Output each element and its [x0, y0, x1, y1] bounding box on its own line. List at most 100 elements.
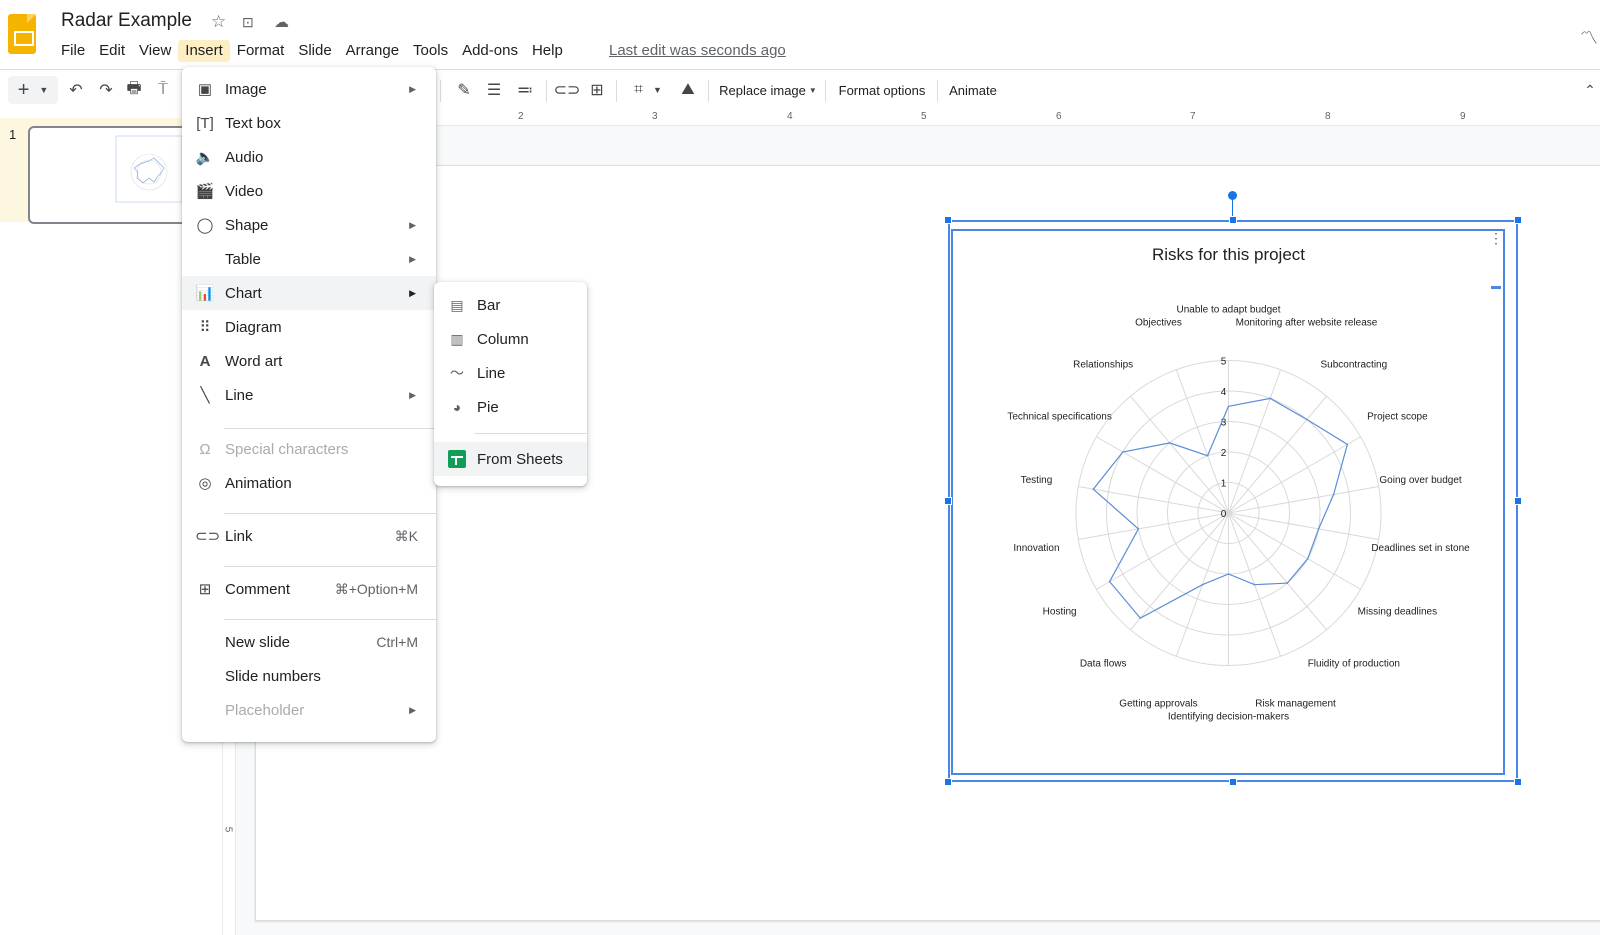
menu-item-audio[interactable]: 🔈 Audio: [182, 140, 436, 174]
document-title[interactable]: Radar Example: [61, 10, 192, 32]
submenu-arrow-icon: ▶: [409, 704, 416, 715]
menu-add-ons[interactable]: Add-ons: [455, 40, 525, 62]
resize-handle-w[interactable]: [944, 497, 952, 505]
move-to-folder-icon[interactable]: ⊡: [242, 14, 254, 31]
menu-arrange[interactable]: Arrange: [339, 40, 406, 62]
text-box-icon: [T]: [196, 114, 214, 132]
menu-item-image[interactable]: ▣ Image ▶: [182, 72, 436, 106]
chevron-down-icon: ▼: [653, 85, 662, 95]
submenu-item-pie[interactable]: ◕ Pie: [434, 390, 587, 424]
reset-image-button[interactable]: ⛰: [676, 78, 700, 102]
category-label: Objectives: [1135, 318, 1182, 329]
toolbar-divider: [937, 80, 938, 102]
menu-edit[interactable]: Edit: [92, 40, 132, 62]
category-label: Testing: [1021, 475, 1053, 486]
resize-handle-ne[interactable]: [1514, 216, 1522, 224]
menu-item-word-art[interactable]: A Word art: [182, 344, 436, 378]
menu-item-line[interactable]: ╲ Line ▶: [182, 378, 436, 412]
activity-dashboard-icon[interactable]: 〽: [1580, 24, 1598, 50]
replace-image-button[interactable]: Replace image ▼: [717, 78, 819, 102]
menu-format[interactable]: Format: [230, 40, 292, 62]
menu-item-text-box[interactable]: [T] Text box: [182, 106, 436, 140]
submenu-item-line[interactable]: 〜 Line: [434, 356, 587, 390]
print-button[interactable]: 🖶: [122, 78, 146, 102]
border-dash-button[interactable]: ≕: [513, 78, 537, 102]
menu-item-video[interactable]: 🎬 Video: [182, 174, 436, 208]
border-weight-button[interactable]: ☰: [482, 78, 506, 102]
data-point: [1227, 405, 1230, 408]
chevron-down-icon: ▼: [808, 85, 817, 95]
resize-handle-s[interactable]: [1229, 778, 1237, 786]
google-sheets-icon: [448, 450, 466, 468]
data-point: [1306, 418, 1308, 421]
menu-view[interactable]: View: [132, 40, 178, 62]
menu-item-special-characters: Ω Special characters: [182, 432, 436, 466]
audio-icon: 🔈: [195, 149, 215, 166]
menu-item-new-slide[interactable]: New slide Ctrl+M: [182, 625, 436, 659]
ruler-number: 2: [518, 111, 524, 122]
print-icon: 🖶: [126, 79, 142, 97]
undo-button[interactable]: ↶: [64, 78, 88, 102]
category-label: Risk management: [1255, 699, 1336, 710]
data-point: [1092, 488, 1095, 490]
resize-handle-n[interactable]: [1229, 216, 1237, 224]
submenu-arrow-icon: ▶: [409, 287, 416, 298]
category-label: Innovation: [1013, 543, 1059, 554]
menu-item-animation[interactable]: ◎ Animation: [182, 466, 436, 500]
category-label: Missing deadlines: [1358, 607, 1438, 618]
pie-chart-icon: ◕: [452, 399, 462, 415]
resize-handle-sw[interactable]: [944, 778, 952, 786]
r-tick-label: 1: [1221, 479, 1227, 490]
plus-icon: +: [17, 78, 30, 101]
resize-handle-e[interactable]: [1514, 497, 1522, 505]
data-point: [1168, 442, 1171, 444]
star-icon[interactable]: ☆: [211, 12, 226, 32]
r-tick-label: 4: [1221, 387, 1227, 398]
cloud-saved-icon[interactable]: ☁: [274, 13, 289, 31]
submenu-item-bar[interactable]: ▤ Bar: [434, 288, 587, 322]
r-tick-label: 5: [1221, 357, 1227, 368]
border-color-button[interactable]: ✎: [452, 78, 476, 102]
paint-format-button[interactable]: ⍑: [153, 78, 173, 102]
redo-icon: ↷: [99, 82, 113, 99]
slides-logo-icon[interactable]: [8, 14, 36, 54]
menu-file[interactable]: File: [54, 40, 92, 62]
chevron-up-icon: ⌃: [1584, 81, 1596, 98]
redo-button[interactable]: ↷: [94, 78, 118, 102]
submenu-item-column[interactable]: ▥ Column: [434, 322, 587, 356]
menu-item-link[interactable]: ⊂⊃ Link ⌘K: [182, 519, 436, 553]
menu-slide[interactable]: Slide: [291, 40, 338, 62]
last-edit-link[interactable]: Last edit was seconds ago: [609, 42, 786, 59]
format-options-button[interactable]: Format options: [834, 78, 930, 102]
animate-button[interactable]: Animate: [945, 78, 1001, 102]
rotate-handle[interactable]: [1228, 191, 1237, 200]
r-tick-label: 0: [1221, 509, 1227, 520]
menu-item-shape[interactable]: ◯ Shape ▶: [182, 208, 436, 242]
grid-spoke: [1228, 395, 1327, 514]
menu-item-table[interactable]: Table ▶: [182, 242, 436, 276]
resize-handle-se[interactable]: [1514, 778, 1522, 786]
submenu-item-from-sheets[interactable]: From Sheets: [434, 442, 587, 476]
menu-item-chart[interactable]: 📊 Chart ▶: [182, 276, 436, 310]
crop-button[interactable]: ⌗ ▼: [626, 78, 670, 102]
menu-divider: [224, 619, 436, 620]
horizontal-ruler[interactable]: 2 3 4 5 6 7 8 9: [232, 110, 1600, 126]
link-icon: ⊂⊃: [195, 528, 221, 545]
chart-options-kebab-icon[interactable]: ⋮: [1489, 231, 1503, 245]
radar-chart[interactable]: Risks for this project012345Unable to ad…: [951, 229, 1505, 775]
menu-item-comment[interactable]: ⊞ Comment ⌘+Option+M: [182, 572, 436, 606]
menu-help[interactable]: Help: [525, 40, 570, 62]
grid-spoke: [1228, 512, 1327, 631]
menu-insert[interactable]: Insert: [178, 40, 230, 62]
collapse-toolbar-button[interactable]: ⌃: [1582, 78, 1598, 102]
menu-tools[interactable]: Tools: [406, 40, 455, 62]
resize-handle-nw[interactable]: [944, 216, 952, 224]
category-label: Subcontracting: [1320, 360, 1387, 371]
menu-item-slide-numbers[interactable]: Slide numbers: [182, 659, 436, 693]
insert-link-button[interactable]: ⊂⊃: [554, 78, 581, 102]
ruler-number: 4: [787, 111, 793, 122]
add-comment-button[interactable]: ⊞: [585, 78, 609, 102]
data-point: [1201, 583, 1204, 586]
new-slide-button[interactable]: + ▼: [8, 76, 58, 104]
menu-item-diagram[interactable]: ⠿ Diagram: [182, 310, 436, 344]
